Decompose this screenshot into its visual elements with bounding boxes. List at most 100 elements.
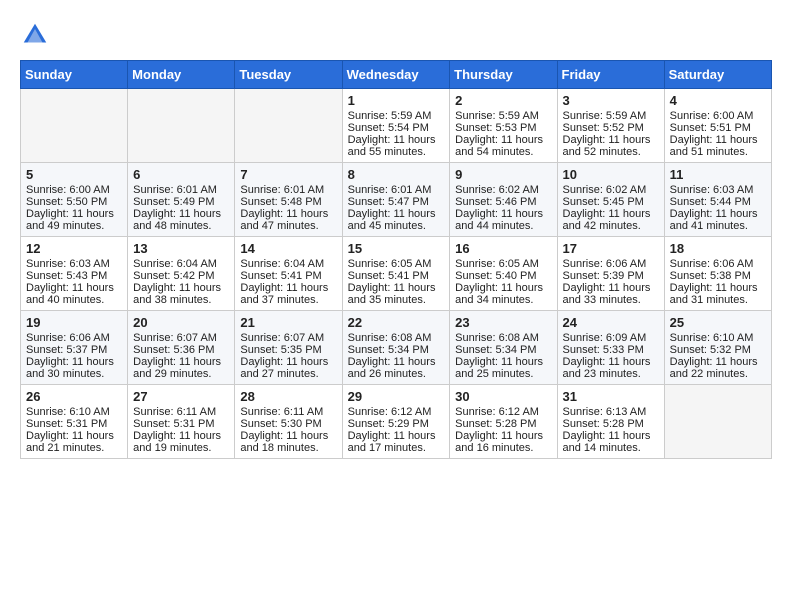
calendar-day-cell xyxy=(235,89,342,163)
daylight-text: Daylight: 11 hours and 45 minutes. xyxy=(348,208,445,232)
daylight-text: Daylight: 11 hours and 54 minutes. xyxy=(455,134,551,158)
sunset-text: Sunset: 5:54 PM xyxy=(348,122,445,134)
day-number: 30 xyxy=(455,389,551,404)
sunrise-text: Sunrise: 6:10 AM xyxy=(670,332,766,344)
sunrise-text: Sunrise: 5:59 AM xyxy=(348,110,445,122)
calendar-day-cell: 17Sunrise: 6:06 AMSunset: 5:39 PMDayligh… xyxy=(557,237,664,311)
day-number: 18 xyxy=(670,241,766,256)
sunrise-text: Sunrise: 6:07 AM xyxy=(240,332,336,344)
daylight-text: Daylight: 11 hours and 25 minutes. xyxy=(455,356,551,380)
day-number: 22 xyxy=(348,315,445,330)
daylight-text: Daylight: 11 hours and 30 minutes. xyxy=(26,356,122,380)
sunrise-text: Sunrise: 6:05 AM xyxy=(455,258,551,270)
page-header xyxy=(20,20,772,50)
daylight-text: Daylight: 11 hours and 33 minutes. xyxy=(563,282,659,306)
sunset-text: Sunset: 5:51 PM xyxy=(670,122,766,134)
daylight-text: Daylight: 11 hours and 49 minutes. xyxy=(26,208,122,232)
calendar-day-cell: 4Sunrise: 6:00 AMSunset: 5:51 PMDaylight… xyxy=(664,89,771,163)
calendar-day-cell xyxy=(664,385,771,459)
calendar-day-cell: 3Sunrise: 5:59 AMSunset: 5:52 PMDaylight… xyxy=(557,89,664,163)
logo-icon xyxy=(20,20,50,50)
calendar-day-cell: 10Sunrise: 6:02 AMSunset: 5:45 PMDayligh… xyxy=(557,163,664,237)
sunset-text: Sunset: 5:47 PM xyxy=(348,196,445,208)
calendar-day-cell: 29Sunrise: 6:12 AMSunset: 5:29 PMDayligh… xyxy=(342,385,450,459)
day-number: 14 xyxy=(240,241,336,256)
day-number: 12 xyxy=(26,241,122,256)
calendar-day-cell: 5Sunrise: 6:00 AMSunset: 5:50 PMDaylight… xyxy=(21,163,128,237)
calendar-day-cell: 11Sunrise: 6:03 AMSunset: 5:44 PMDayligh… xyxy=(664,163,771,237)
sunset-text: Sunset: 5:31 PM xyxy=(26,418,122,430)
sunrise-text: Sunrise: 6:11 AM xyxy=(240,406,336,418)
sunrise-text: Sunrise: 6:08 AM xyxy=(455,332,551,344)
daylight-text: Daylight: 11 hours and 47 minutes. xyxy=(240,208,336,232)
sunset-text: Sunset: 5:44 PM xyxy=(670,196,766,208)
weekday-header: Tuesday xyxy=(235,61,342,89)
sunrise-text: Sunrise: 5:59 AM xyxy=(563,110,659,122)
sunrise-text: Sunrise: 6:09 AM xyxy=(563,332,659,344)
calendar-day-cell: 26Sunrise: 6:10 AMSunset: 5:31 PMDayligh… xyxy=(21,385,128,459)
sunrise-text: Sunrise: 6:13 AM xyxy=(563,406,659,418)
calendar-day-cell: 1Sunrise: 5:59 AMSunset: 5:54 PMDaylight… xyxy=(342,89,450,163)
day-number: 28 xyxy=(240,389,336,404)
calendar-day-cell: 24Sunrise: 6:09 AMSunset: 5:33 PMDayligh… xyxy=(557,311,664,385)
sunset-text: Sunset: 5:35 PM xyxy=(240,344,336,356)
day-number: 13 xyxy=(133,241,229,256)
calendar-day-cell: 31Sunrise: 6:13 AMSunset: 5:28 PMDayligh… xyxy=(557,385,664,459)
day-number: 24 xyxy=(563,315,659,330)
daylight-text: Daylight: 11 hours and 34 minutes. xyxy=(455,282,551,306)
calendar-day-cell: 12 Sunrise: 6:03 AMSunset: 5:43 PMDayligh… xyxy=(21,237,128,311)
sunset-text: Sunset: 5:34 PM xyxy=(455,344,551,356)
calendar-week-row: 1Sunrise: 5:59 AMSunset: 5:54 PMDaylight… xyxy=(21,89,772,163)
sunset-text: Sunset: 5:29 PM xyxy=(348,418,445,430)
calendar-day-cell: 23Sunrise: 6:08 AMSunset: 5:34 PMDayligh… xyxy=(450,311,557,385)
daylight-text: Daylight: 11 hours and 18 minutes. xyxy=(240,430,336,454)
daylight-text: Daylight: 11 hours and 26 minutes. xyxy=(348,356,445,380)
sunrise-text: Sunrise: 6:10 AM xyxy=(26,406,122,418)
daylight-text: Daylight: 11 hours and 22 minutes. xyxy=(670,356,766,380)
calendar-day-cell: 6Sunrise: 6:01 AMSunset: 5:49 PMDaylight… xyxy=(128,163,235,237)
calendar-day-cell: 2Sunrise: 5:59 AMSunset: 5:53 PMDaylight… xyxy=(450,89,557,163)
daylight-text: Daylight: 11 hours and 55 minutes. xyxy=(348,134,445,158)
sunrise-text: Sunrise: 6:01 AM xyxy=(348,184,445,196)
calendar-week-row: 5Sunrise: 6:00 AMSunset: 5:50 PMDaylight… xyxy=(21,163,772,237)
sunrise-text: Sunrise: 6:03 AM xyxy=(670,184,766,196)
calendar-day-cell xyxy=(21,89,128,163)
calendar-day-cell: 16Sunrise: 6:05 AMSunset: 5:40 PMDayligh… xyxy=(450,237,557,311)
calendar-day-cell: 19Sunrise: 6:06 AMSunset: 5:37 PMDayligh… xyxy=(21,311,128,385)
sunset-text: Sunset: 5:30 PM xyxy=(240,418,336,430)
calendar-week-row: 26Sunrise: 6:10 AMSunset: 5:31 PMDayligh… xyxy=(21,385,772,459)
calendar-day-cell: 7Sunrise: 6:01 AMSunset: 5:48 PMDaylight… xyxy=(235,163,342,237)
sunrise-text: Sunrise: 6:06 AM xyxy=(26,332,122,344)
daylight-text: Daylight: 11 hours and 42 minutes. xyxy=(563,208,659,232)
daylight-text: Daylight: 11 hours and 48 minutes. xyxy=(133,208,229,232)
sunset-text: Sunset: 5:42 PM xyxy=(133,270,229,282)
sunrise-text: Sunrise: 6:12 AM xyxy=(348,406,445,418)
sunset-text: Sunset: 5:37 PM xyxy=(26,344,122,356)
daylight-text: Daylight: 11 hours and 40 minutes. xyxy=(26,282,122,306)
sunset-text: Sunset: 5:28 PM xyxy=(455,418,551,430)
day-number: 2 xyxy=(455,93,551,108)
weekday-header: Saturday xyxy=(664,61,771,89)
day-number: 21 xyxy=(240,315,336,330)
weekday-header: Monday xyxy=(128,61,235,89)
day-number: 7 xyxy=(240,167,336,182)
sunrise-text: Sunrise: 6:07 AM xyxy=(133,332,229,344)
calendar-day-cell: 15Sunrise: 6:05 AMSunset: 5:41 PMDayligh… xyxy=(342,237,450,311)
sunset-text: Sunset: 5:43 PM xyxy=(26,270,122,282)
calendar-day-cell: 14Sunrise: 6:04 AMSunset: 5:41 PMDayligh… xyxy=(235,237,342,311)
weekday-header: Friday xyxy=(557,61,664,89)
daylight-text: Daylight: 11 hours and 14 minutes. xyxy=(563,430,659,454)
daylight-text: Daylight: 11 hours and 44 minutes. xyxy=(455,208,551,232)
calendar-day-cell: 27Sunrise: 6:11 AMSunset: 5:31 PMDayligh… xyxy=(128,385,235,459)
sunrise-text: Sunrise: 6:03 AM xyxy=(26,258,122,270)
day-number: 27 xyxy=(133,389,229,404)
sunset-text: Sunset: 5:34 PM xyxy=(348,344,445,356)
weekday-header: Thursday xyxy=(450,61,557,89)
sunset-text: Sunset: 5:53 PM xyxy=(455,122,551,134)
calendar-day-cell: 20Sunrise: 6:07 AMSunset: 5:36 PMDayligh… xyxy=(128,311,235,385)
sunrise-text: Sunrise: 6:00 AM xyxy=(26,184,122,196)
sunrise-text: Sunrise: 6:01 AM xyxy=(133,184,229,196)
sunset-text: Sunset: 5:32 PM xyxy=(670,344,766,356)
daylight-text: Daylight: 11 hours and 35 minutes. xyxy=(348,282,445,306)
daylight-text: Daylight: 11 hours and 52 minutes. xyxy=(563,134,659,158)
